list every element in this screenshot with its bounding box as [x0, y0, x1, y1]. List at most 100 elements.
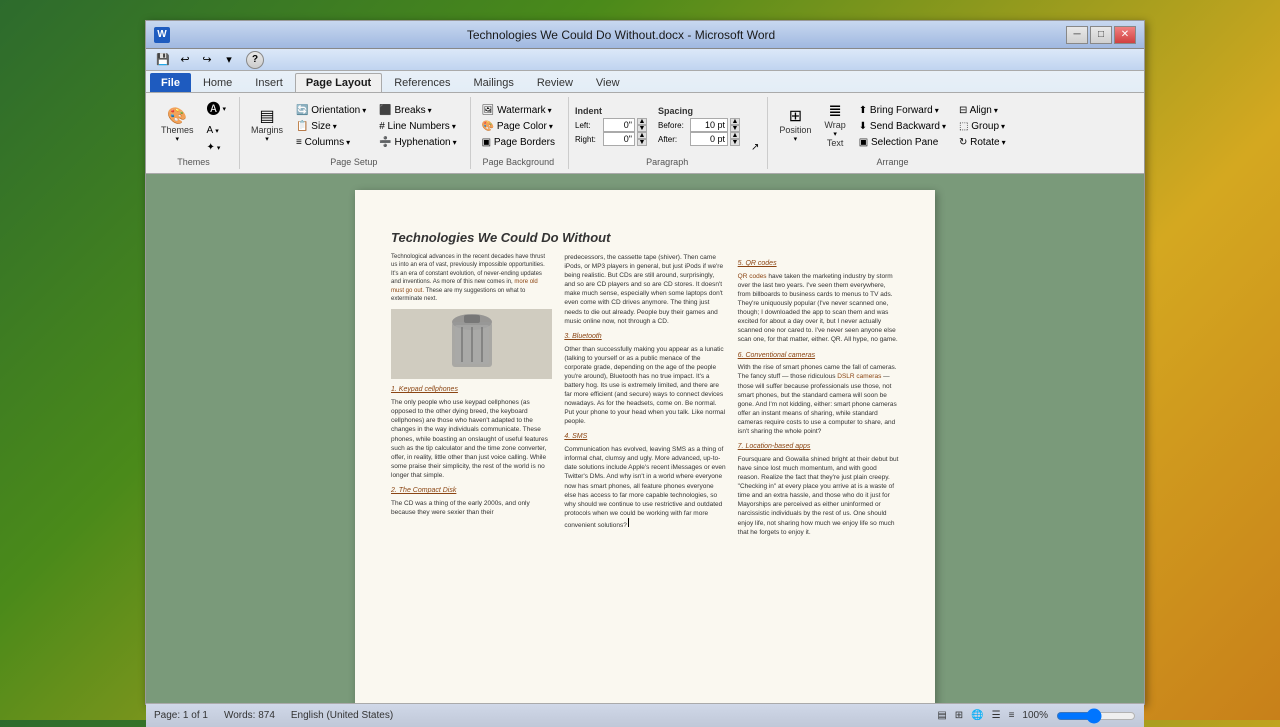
ribbon-tab-bar: File Home Insert Page Layout References … [146, 71, 1144, 92]
indent-right-up[interactable]: ▲ [637, 132, 647, 139]
theme-sub-buttons: 🅐 ▾ A ▾ ✦ ▾ [202, 97, 232, 155]
colors-dd: ▾ [223, 105, 227, 113]
indent-left-up[interactable]: ▲ [637, 118, 647, 125]
spacing-before-up[interactable]: ▲ [730, 118, 740, 125]
section-3-body: Other than successfully making you appea… [564, 345, 725, 427]
page-info: Page: 1 of 1 [154, 710, 208, 721]
zoom-slider[interactable] [1056, 712, 1136, 720]
spacing-before-input[interactable] [690, 118, 728, 132]
theme-colors-btn[interactable]: 🅐 ▾ [202, 97, 232, 121]
spacing-before-label: Before: [658, 121, 688, 130]
page-color-button[interactable]: 🎨 Page Color ▾ [477, 119, 560, 134]
column-1: Technological advances in the recent dec… [391, 253, 552, 537]
indent-left-label: Left: [575, 121, 601, 130]
tab-file[interactable]: File [150, 73, 191, 92]
position-button[interactable]: ⊞ Position ▾ [774, 106, 816, 146]
help-button[interactable]: ? [246, 51, 264, 69]
wrap-text-button[interactable]: ≣ Wrap ▾ Text [819, 101, 850, 151]
tab-mailings[interactable]: Mailings [462, 73, 524, 92]
document-columns: Technological advances in the recent dec… [391, 253, 899, 537]
customize-quick-btn[interactable]: ▾ [220, 51, 238, 69]
view-outline-icon[interactable]: ☰ [992, 710, 1001, 721]
zoom-level: 100% [1022, 710, 1048, 721]
title-bar: W Technologies We Could Do Without.docx … [146, 21, 1144, 49]
highlight-text: more old must go out. [391, 279, 538, 293]
section-7-title: 7. Location-based apps [738, 442, 899, 452]
ribbon: File Home Insert Page Layout References … [146, 71, 1144, 174]
tab-home[interactable]: Home [192, 73, 243, 92]
orientation-button[interactable]: 🔄 Orientation ▾ [291, 103, 371, 118]
section-7-body: Foursquare and Gowalla shined bright at … [738, 455, 899, 537]
minimize-button[interactable]: ─ [1066, 26, 1088, 44]
size-button[interactable]: 📋 Size ▾ [291, 119, 371, 134]
columns-button[interactable]: ≡ Columns ▾ [291, 135, 371, 150]
indent-right-input[interactable] [603, 132, 635, 146]
quick-access-toolbar: 💾 ↩ ↪ ▾ ? [146, 49, 1144, 71]
effects-dd: ▾ [217, 144, 221, 152]
watermark-button[interactable]: 🖼 Watermark ▾ [477, 103, 560, 118]
theme-effects-btn[interactable]: ✦ ▾ [202, 140, 232, 155]
window-title: Technologies We Could Do Without.docx - … [176, 28, 1066, 42]
rotate-button[interactable]: ↻ Rotate ▾ [954, 135, 1011, 150]
paragraph-group-label: Paragraph [575, 157, 759, 167]
indent-left-down[interactable]: ▼ [637, 125, 647, 132]
spacing-after-up[interactable]: ▲ [730, 132, 740, 139]
section-5-body: QR codes have taken the marketing indust… [738, 272, 899, 345]
close-button[interactable]: ✕ [1114, 26, 1136, 44]
theme-fonts-btn[interactable]: A ▾ [202, 123, 232, 138]
section-1-title: 1. Keypad cellphones [391, 385, 552, 395]
spacing-after-input[interactable] [690, 132, 728, 146]
spacing-before-down[interactable]: ▼ [730, 125, 740, 132]
themes-label: Themes [161, 125, 194, 135]
column-3: 5. QR codes QR codes have taken the mark… [738, 253, 899, 537]
document-page: Technologies We Could Do Without Technol… [355, 190, 935, 703]
view-normal-icon[interactable]: ▤ [937, 710, 946, 721]
wrap-icon: ≣ [828, 104, 841, 120]
section-2-cont: predecessors, the cassette tape (shiver)… [564, 253, 725, 326]
themes-group: 🎨 Themes ▾ 🅐 ▾ A ▾ ✦ ▾ Themes [152, 97, 240, 169]
tab-page-layout[interactable]: Page Layout [295, 73, 382, 92]
view-fullscreen-icon[interactable]: ⊞ [955, 710, 963, 721]
undo-quick-btn[interactable]: ↩ [176, 51, 194, 69]
selection-pane-button[interactable]: ▣ Selection Pane [854, 135, 951, 150]
indent-left-input[interactable] [603, 118, 635, 132]
bring-forward-button[interactable]: ⬆ Bring Forward ▾ [854, 103, 951, 118]
text-cursor [628, 518, 629, 527]
redo-quick-btn[interactable]: ↪ [198, 51, 216, 69]
align-button[interactable]: ⊟ Align ▾ [954, 103, 1011, 118]
tab-review[interactable]: Review [526, 73, 584, 92]
status-right: ▤ ⊞ 🌐 ☰ ≡ 100% [937, 710, 1136, 721]
paragraph-expand-btn[interactable]: ↗ [751, 142, 759, 153]
group-button[interactable]: ⬚ Group ▾ [954, 119, 1011, 134]
margins-icon: ▤ [259, 109, 274, 125]
ribbon-content: 🎨 Themes ▾ 🅐 ▾ A ▾ ✦ ▾ Themes ▤ [146, 92, 1144, 173]
margins-button[interactable]: ▤ Margins ▾ [246, 106, 288, 146]
restore-button[interactable]: □ [1090, 26, 1112, 44]
tab-insert[interactable]: Insert [244, 73, 294, 92]
margins-dd: ▾ [265, 135, 269, 143]
themes-group-label: Themes [156, 157, 231, 167]
indent-right-down[interactable]: ▼ [637, 139, 647, 146]
themes-button[interactable]: 🎨 Themes ▾ [156, 106, 199, 146]
tab-view[interactable]: View [585, 73, 631, 92]
hyphenation-button[interactable]: ➗ Hyphenation ▾ [374, 135, 461, 150]
indent-label: Indent [575, 106, 647, 116]
spacing-after-label: After: [658, 135, 688, 144]
word-count: Words: 874 [224, 710, 275, 721]
view-web-icon[interactable]: 🌐 [971, 710, 983, 721]
save-quick-btn[interactable]: 💾 [154, 51, 172, 69]
intro-text: Technological advances in the recent dec… [391, 253, 552, 303]
tab-references[interactable]: References [383, 73, 461, 92]
document-title: Technologies We Could Do Without [391, 230, 899, 245]
language: English (United States) [291, 710, 393, 721]
document-area[interactable]: Technologies We Could Do Without Technol… [146, 174, 1144, 703]
line-numbers-button[interactable]: # Line Numbers ▾ [374, 119, 461, 134]
section-4-title: 4. SMS [564, 432, 725, 442]
spacing-label: Spacing [658, 106, 740, 116]
spacing-after-down[interactable]: ▼ [730, 139, 740, 146]
view-draft-icon[interactable]: ≡ [1009, 710, 1015, 721]
page-borders-button[interactable]: ▣ Page Borders [477, 135, 560, 150]
breaks-button[interactable]: ⬛ Breaks ▾ [374, 103, 461, 118]
send-backward-button[interactable]: ⬇ Send Backward ▾ [854, 119, 951, 134]
page-setup-group: ▤ Margins ▾ 🔄 Orientation ▾ 📋 Size ▾ ≡ C… [242, 97, 471, 169]
